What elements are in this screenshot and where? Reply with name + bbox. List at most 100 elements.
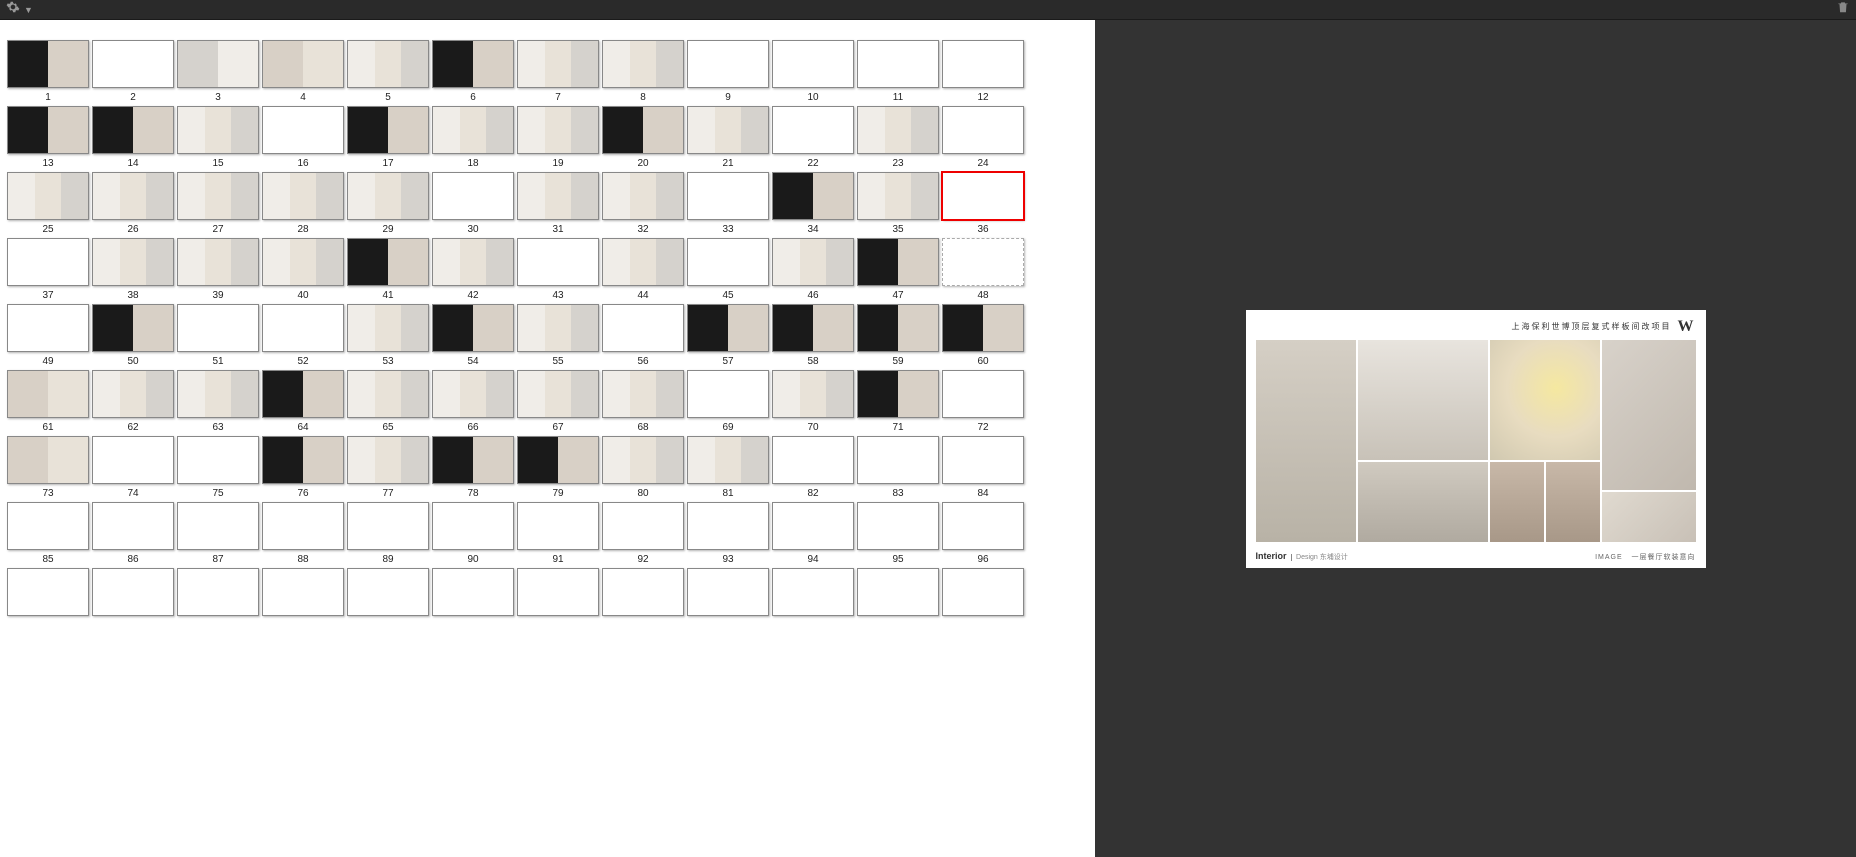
thumbnail[interactable] bbox=[602, 238, 684, 286]
thumbnail[interactable] bbox=[517, 304, 599, 352]
thumbnail[interactable] bbox=[262, 172, 344, 220]
thumbnail[interactable] bbox=[177, 436, 259, 484]
thumbnail[interactable] bbox=[432, 172, 514, 220]
thumbnail[interactable] bbox=[517, 106, 599, 154]
thumbnail[interactable] bbox=[92, 370, 174, 418]
gear-icon[interactable] bbox=[6, 0, 20, 19]
thumbnail[interactable] bbox=[432, 502, 514, 550]
thumbnail[interactable] bbox=[347, 172, 429, 220]
thumbnail[interactable] bbox=[602, 370, 684, 418]
thumbnail[interactable] bbox=[942, 436, 1024, 484]
thumbnail[interactable] bbox=[687, 238, 769, 286]
thumbnail[interactable] bbox=[432, 238, 514, 286]
thumbnail[interactable] bbox=[262, 304, 344, 352]
thumbnail[interactable] bbox=[92, 568, 174, 616]
thumbnail[interactable] bbox=[687, 370, 769, 418]
thumbnail[interactable] bbox=[602, 436, 684, 484]
thumbnail[interactable] bbox=[177, 502, 259, 550]
thumbnail[interactable] bbox=[347, 106, 429, 154]
thumbnail[interactable] bbox=[772, 370, 854, 418]
thumbnail[interactable] bbox=[92, 238, 174, 286]
thumbnail[interactable] bbox=[92, 172, 174, 220]
thumbnail[interactable] bbox=[602, 172, 684, 220]
thumbnail[interactable] bbox=[7, 370, 89, 418]
thumbnail[interactable] bbox=[432, 568, 514, 616]
thumbnail[interactable] bbox=[772, 502, 854, 550]
thumbnail[interactable] bbox=[517, 436, 599, 484]
thumbnail[interactable] bbox=[687, 436, 769, 484]
thumbnail[interactable] bbox=[857, 502, 939, 550]
thumbnail[interactable] bbox=[177, 172, 259, 220]
thumbnail[interactable] bbox=[687, 502, 769, 550]
thumbnail[interactable] bbox=[517, 40, 599, 88]
thumbnail[interactable] bbox=[177, 568, 259, 616]
thumbnail[interactable] bbox=[517, 172, 599, 220]
thumbnail[interactable] bbox=[262, 568, 344, 616]
thumbnail[interactable] bbox=[262, 40, 344, 88]
dropdown-arrow-icon[interactable]: ▼ bbox=[24, 5, 33, 15]
thumbnail[interactable] bbox=[602, 568, 684, 616]
thumbnail[interactable] bbox=[262, 502, 344, 550]
thumbnail[interactable] bbox=[602, 106, 684, 154]
thumbnail[interactable] bbox=[857, 172, 939, 220]
thumbnail[interactable] bbox=[942, 106, 1024, 154]
thumbnail[interactable] bbox=[772, 106, 854, 154]
thumbnail[interactable] bbox=[517, 502, 599, 550]
thumbnail[interactable] bbox=[687, 304, 769, 352]
thumbnail[interactable] bbox=[857, 238, 939, 286]
thumbnail[interactable] bbox=[7, 436, 89, 484]
thumbnail[interactable] bbox=[177, 370, 259, 418]
thumbnail[interactable] bbox=[177, 304, 259, 352]
thumbnail[interactable] bbox=[772, 304, 854, 352]
thumbnail[interactable] bbox=[92, 106, 174, 154]
thumbnail[interactable] bbox=[772, 172, 854, 220]
thumbnail[interactable] bbox=[432, 40, 514, 88]
thumbnail[interactable] bbox=[92, 304, 174, 352]
thumbnail[interactable] bbox=[347, 502, 429, 550]
thumbnail[interactable] bbox=[942, 238, 1024, 286]
thumbnail[interactable] bbox=[857, 106, 939, 154]
thumbnail-grid-panel[interactable]: 1234567891011121314151617181920212223242… bbox=[0, 20, 1095, 857]
thumbnail[interactable] bbox=[517, 238, 599, 286]
thumbnail[interactable] bbox=[262, 436, 344, 484]
thumbnail[interactable] bbox=[687, 106, 769, 154]
thumbnail[interactable] bbox=[687, 172, 769, 220]
thumbnail[interactable] bbox=[942, 370, 1024, 418]
thumbnail[interactable] bbox=[7, 106, 89, 154]
thumbnail[interactable] bbox=[262, 106, 344, 154]
thumbnail[interactable] bbox=[177, 238, 259, 286]
thumbnail[interactable] bbox=[432, 106, 514, 154]
thumbnail[interactable] bbox=[7, 172, 89, 220]
thumbnail[interactable] bbox=[602, 502, 684, 550]
thumbnail[interactable] bbox=[602, 304, 684, 352]
thumbnail[interactable] bbox=[857, 436, 939, 484]
thumbnail[interactable] bbox=[857, 304, 939, 352]
thumbnail[interactable] bbox=[92, 40, 174, 88]
thumbnail[interactable] bbox=[7, 502, 89, 550]
thumbnail[interactable] bbox=[92, 502, 174, 550]
thumbnail[interactable] bbox=[857, 568, 939, 616]
thumbnail[interactable] bbox=[772, 238, 854, 286]
thumbnail[interactable] bbox=[772, 568, 854, 616]
thumbnail[interactable] bbox=[347, 304, 429, 352]
thumbnail[interactable] bbox=[7, 304, 89, 352]
thumbnail[interactable] bbox=[517, 568, 599, 616]
thumbnail[interactable] bbox=[942, 172, 1024, 220]
thumbnail[interactable] bbox=[92, 436, 174, 484]
thumbnail[interactable] bbox=[432, 370, 514, 418]
thumbnail[interactable] bbox=[942, 40, 1024, 88]
thumbnail[interactable] bbox=[7, 568, 89, 616]
thumbnail[interactable] bbox=[432, 436, 514, 484]
thumbnail[interactable] bbox=[347, 40, 429, 88]
thumbnail[interactable] bbox=[347, 370, 429, 418]
thumbnail[interactable] bbox=[687, 568, 769, 616]
thumbnail[interactable] bbox=[602, 40, 684, 88]
thumbnail[interactable] bbox=[517, 370, 599, 418]
thumbnail[interactable] bbox=[942, 568, 1024, 616]
thumbnail[interactable] bbox=[347, 238, 429, 286]
thumbnail[interactable] bbox=[262, 370, 344, 418]
thumbnail[interactable] bbox=[262, 238, 344, 286]
thumbnail[interactable] bbox=[772, 40, 854, 88]
thumbnail[interactable] bbox=[432, 304, 514, 352]
thumbnail[interactable] bbox=[942, 502, 1024, 550]
